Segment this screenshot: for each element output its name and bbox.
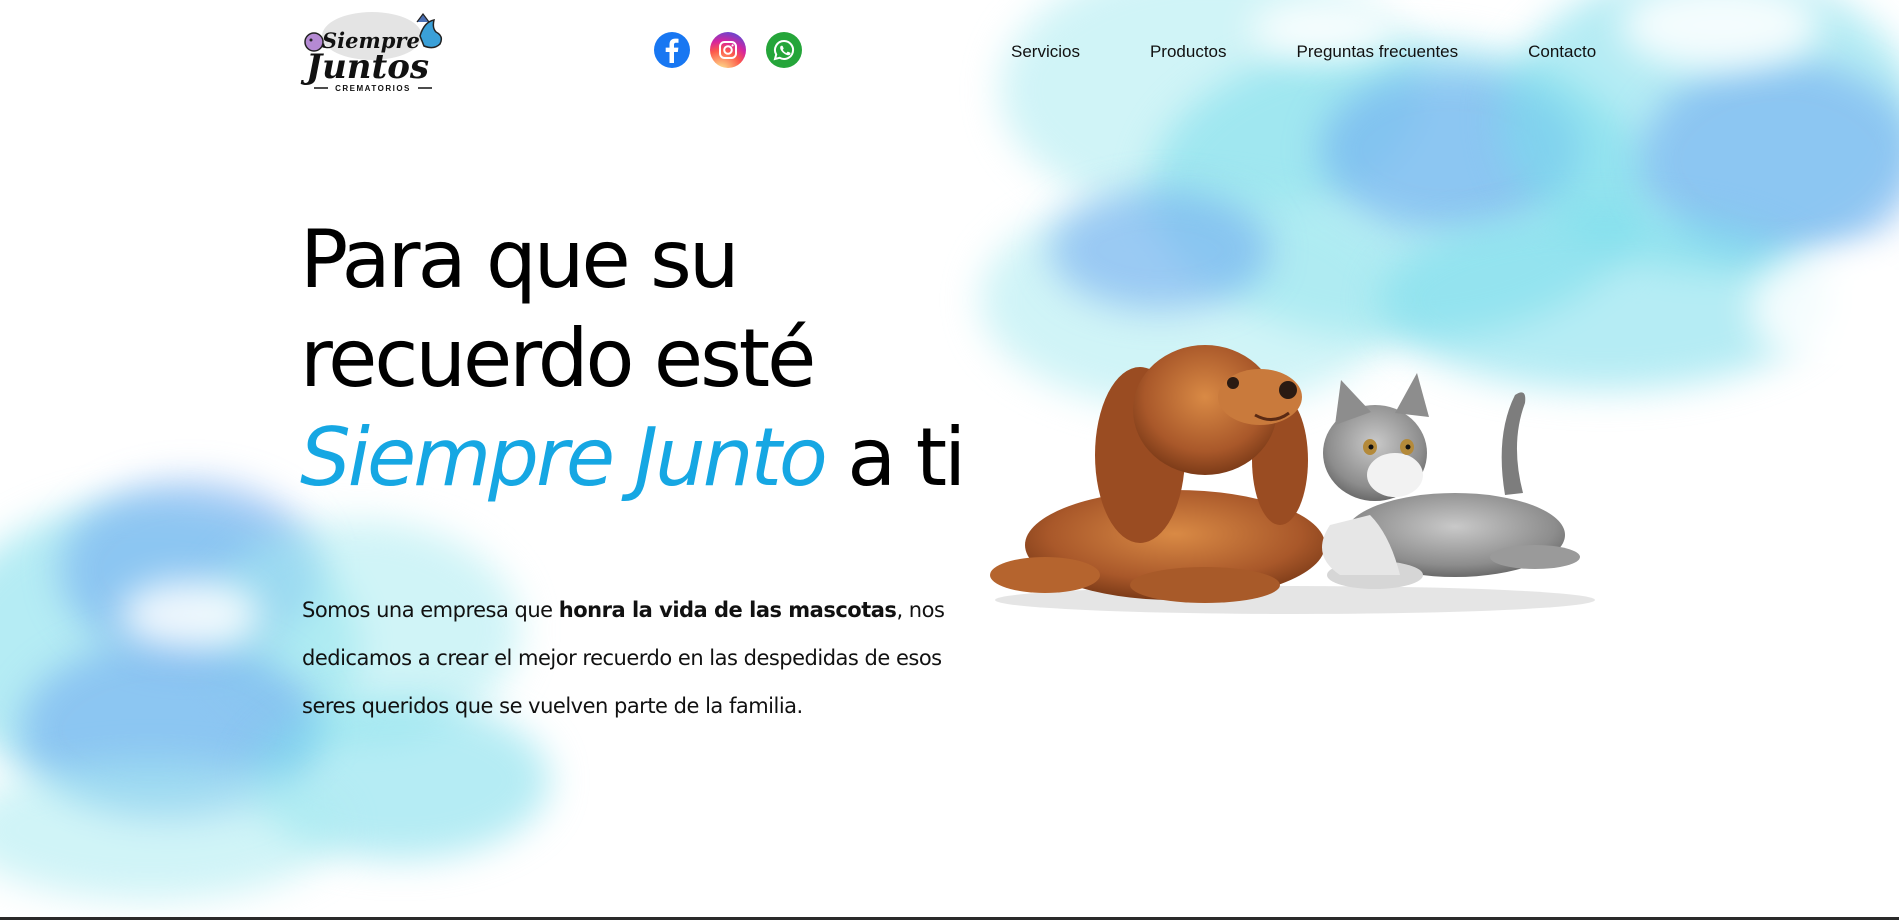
- dog-and-cat-image: [975, 335, 1610, 620]
- hero-description: Somos una empresa que honra la vida de l…: [302, 586, 962, 730]
- logo[interactable]: Siempre Juntos CREMATORIOS: [300, 8, 445, 96]
- hero-desc-pre: Somos una empresa que: [302, 598, 559, 622]
- social-links: [654, 32, 802, 68]
- hero-title-line2: recuerdo esté: [300, 312, 816, 405]
- hero-title-suffix: a ti: [847, 411, 966, 504]
- logo-text-sub: CREMATORIOS: [335, 84, 411, 93]
- logo-graphic: Siempre Juntos CREMATORIOS: [300, 12, 443, 93]
- whatsapp-icon[interactable]: [766, 32, 802, 68]
- nav-link-contacto[interactable]: Contacto: [1528, 42, 1596, 62]
- nav-link-productos[interactable]: Productos: [1150, 42, 1227, 62]
- main-nav: Servicios Productos Preguntas frecuentes…: [1011, 42, 1596, 62]
- hero-title-accent: Siempre Junto: [300, 411, 828, 504]
- nav-link-servicios[interactable]: Servicios: [1011, 42, 1080, 62]
- logo-text-main: Juntos: [300, 47, 429, 87]
- facebook-icon[interactable]: [654, 32, 690, 68]
- hero-title-line1: Para que su: [300, 213, 740, 306]
- hero-desc-bold: honra la vida de las mascotas: [558, 598, 897, 622]
- instagram-icon[interactable]: [710, 32, 746, 68]
- hero-title: Para que su recuerdo esté Siempre Junto …: [300, 210, 966, 507]
- nav-link-preguntas-frecuentes[interactable]: Preguntas frecuentes: [1297, 42, 1459, 62]
